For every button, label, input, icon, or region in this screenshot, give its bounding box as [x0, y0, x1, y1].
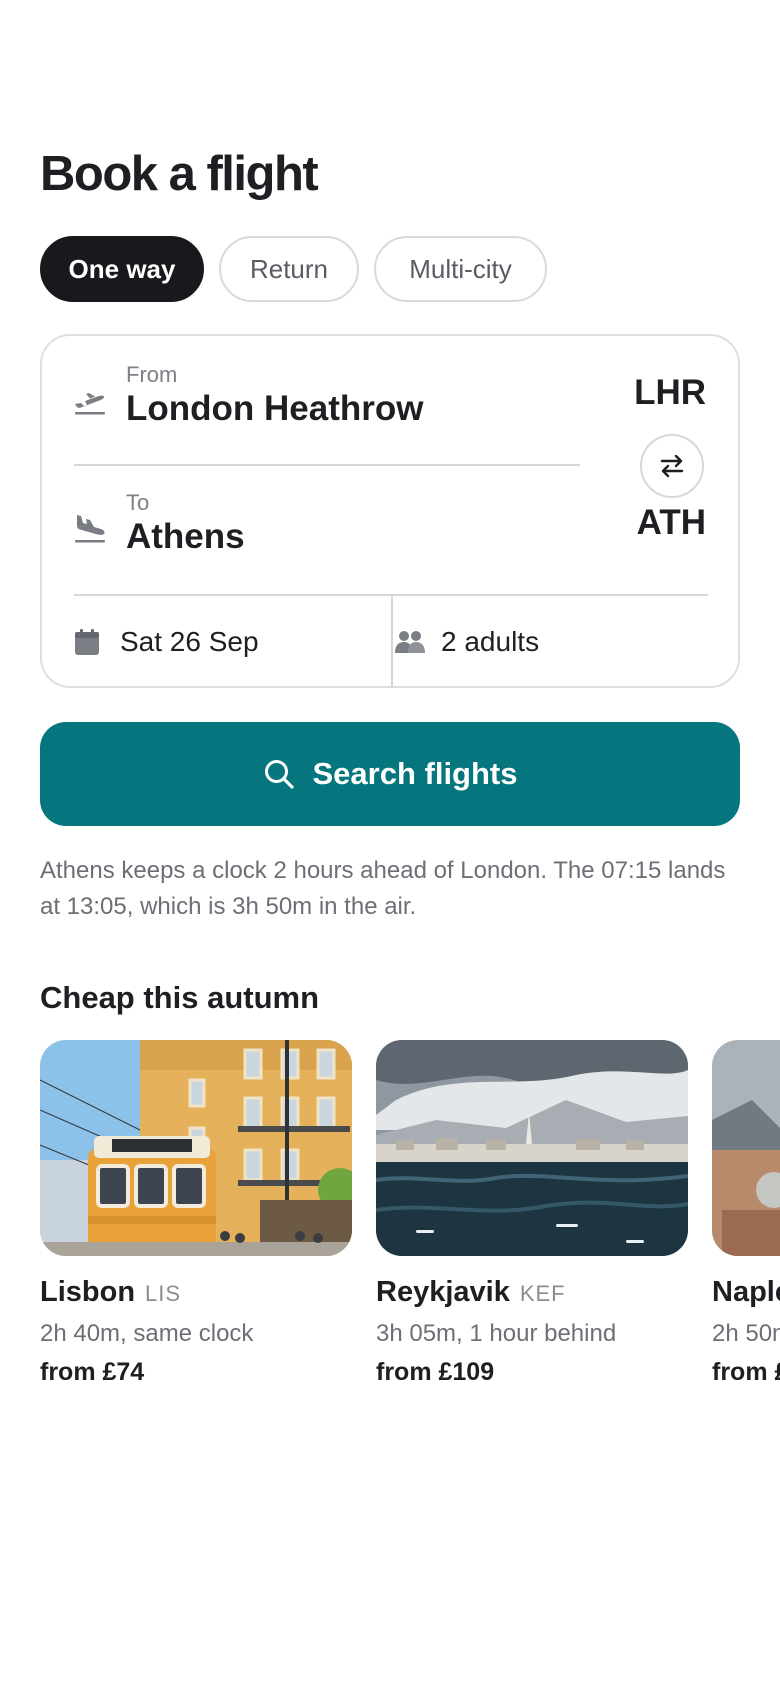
calendar-icon: [74, 628, 100, 656]
trip-type-selector: One way Return Multi-city: [40, 236, 547, 302]
arrival-plane-icon: [72, 510, 108, 546]
people-icon: [395, 629, 425, 655]
deal-card-lisbon[interactable]: Lisbon LIS 2h 40m, same clock from £74: [40, 1040, 352, 1388]
naples-price: from £: [712, 1358, 780, 1386]
naples-photo: [712, 1040, 780, 1256]
lisbon-code: LIS: [145, 1281, 182, 1306]
reykjavik-name-row: Reykjavik KEF: [376, 1274, 688, 1315]
search-flights-label: Search flights: [312, 756, 518, 791]
search-form-card: From London Heathrow LHR To Athens ATH S…: [40, 334, 740, 688]
from-label: From: [126, 362, 178, 387]
passengers-value: 2 adults: [441, 626, 540, 657]
deal-card-naples[interactable]: Naples 2h 50m from £: [712, 1040, 780, 1388]
lisbon-photo: [40, 1040, 352, 1256]
to-value: Athens: [126, 517, 245, 556]
page-title: Book a flight: [40, 147, 319, 201]
date-value: Sat 26 Sep: [120, 626, 259, 657]
from-field[interactable]: From London Heathrow: [42, 336, 582, 464]
to-label: To: [126, 490, 150, 515]
lisbon-flight-info: 2h 40m, same clock: [40, 1320, 254, 1347]
date-field[interactable]: Sat 26 Sep: [74, 596, 390, 688]
to-airport-code: ATH: [636, 503, 706, 542]
reykjavik-photo: [376, 1040, 688, 1256]
departure-plane-icon: [72, 382, 108, 418]
booking-screen: Book a flight One way Return Multi-city …: [0, 0, 780, 1688]
deal-card-reykjavik[interactable]: Reykjavik KEF 3h 05m, 1 hour behind from …: [376, 1040, 688, 1388]
time-zone-note: Athens keeps a clock 2 hours ahead of Lo…: [40, 857, 726, 920]
lisbon-name: Lisbon: [40, 1276, 136, 1308]
from-value: London Heathrow: [126, 389, 424, 428]
search-icon: [264, 760, 294, 789]
trip-type-multi-city[interactable]: Multi-city: [374, 236, 547, 302]
reykjavik-flight-info: 3h 05m, 1 hour behind: [376, 1320, 617, 1347]
deal-card-naples-viewport: Naples 2h 50m from £: [712, 1040, 780, 1400]
passengers-field[interactable]: 2 adults: [393, 596, 723, 688]
deals-section-title: Cheap this autumn: [40, 980, 320, 1015]
trip-type-return[interactable]: Return: [219, 236, 359, 302]
naples-flight-info: 2h 50m: [712, 1320, 780, 1347]
swap-arrows-icon: [660, 454, 684, 478]
search-flights-button[interactable]: Search flights: [40, 722, 740, 826]
reykjavik-code: KEF: [519, 1281, 566, 1306]
to-field[interactable]: To Athens: [42, 466, 582, 594]
from-airport-code: LHR: [634, 373, 706, 412]
swap-route-button[interactable]: [640, 434, 704, 498]
reykjavik-name: Reykjavik: [376, 1276, 510, 1308]
trip-type-one-way[interactable]: One way: [40, 236, 204, 302]
reykjavik-price: from £109: [376, 1358, 495, 1386]
lisbon-name-row: Lisbon LIS: [40, 1274, 352, 1315]
naples-name: Naples: [712, 1276, 780, 1308]
naples-name-row: Naples: [712, 1274, 780, 1315]
lisbon-price: from £74: [40, 1358, 145, 1386]
